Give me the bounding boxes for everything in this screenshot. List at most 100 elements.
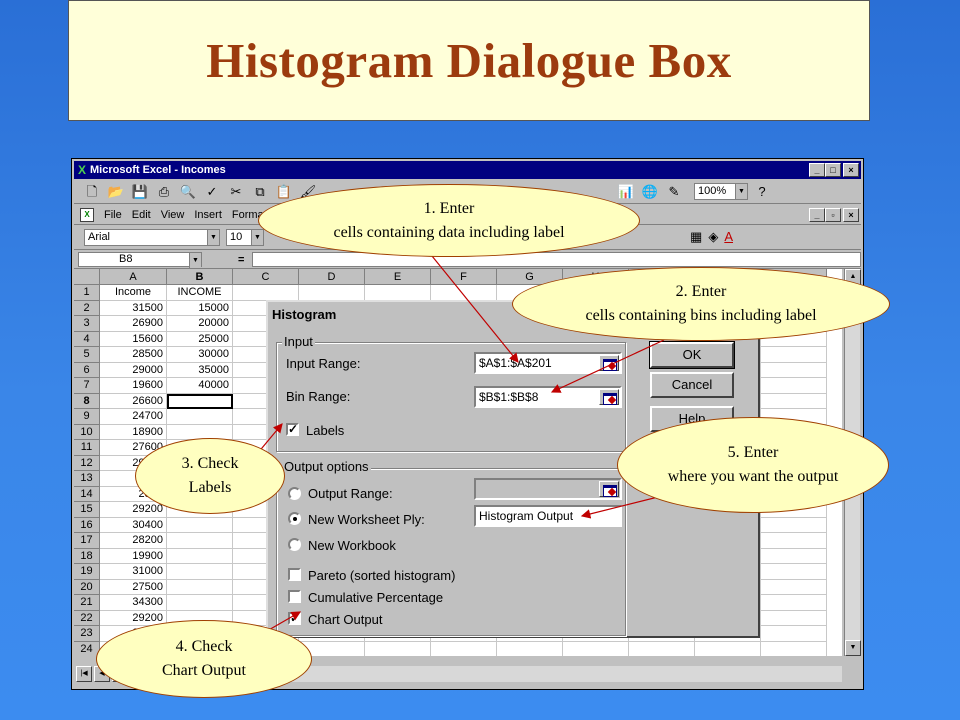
cell-k21[interactable] <box>761 595 827 611</box>
row-header-4[interactable]: 4 <box>74 331 100 347</box>
ok-button[interactable]: OK <box>649 341 735 369</box>
font-color-icon[interactable]: A <box>724 229 733 245</box>
cell-b7[interactable]: 40000 <box>167 378 233 394</box>
borders-icon[interactable]: ▦ <box>690 229 702 245</box>
chevron-down-icon[interactable]: ▼ <box>735 184 747 199</box>
cell-b5[interactable]: 30000 <box>167 347 233 363</box>
doc-restore-button[interactable]: ▫ <box>825 208 841 222</box>
maximize-button[interactable]: □ <box>825 163 841 177</box>
column-header-b[interactable]: B <box>167 269 233 285</box>
column-header-c[interactable]: C <box>233 269 299 285</box>
new-workbook-radio[interactable] <box>288 538 301 551</box>
cell-k18[interactable] <box>761 548 827 564</box>
chevron-down-icon[interactable]: ▼ <box>189 253 201 268</box>
row-header-22[interactable]: 22 <box>74 610 100 626</box>
cumulative-checkbox[interactable] <box>288 590 301 603</box>
row-header-13[interactable]: 13 <box>74 471 100 487</box>
cell-b20[interactable] <box>167 579 233 595</box>
cell-k17[interactable] <box>761 533 827 549</box>
chart-wizard-icon[interactable]: 📊 <box>616 183 636 201</box>
row-header-8[interactable]: 8 <box>74 393 100 409</box>
range-select-icon[interactable] <box>599 389 619 405</box>
cell-a18[interactable]: 19900 <box>100 548 167 564</box>
row-header-11[interactable]: 11 <box>74 440 100 456</box>
input-range-field[interactable]: $A$1:$A$201 <box>474 352 622 374</box>
save-icon[interactable]: 💾 <box>130 183 150 201</box>
cell-b9[interactable] <box>167 409 233 425</box>
print-preview-icon[interactable]: 🔍 <box>178 183 198 201</box>
cell-b16[interactable] <box>167 517 233 533</box>
column-header-d[interactable]: D <box>299 269 365 285</box>
column-header-f[interactable]: F <box>431 269 497 285</box>
cell-k19[interactable] <box>761 564 827 580</box>
column-header-e[interactable]: E <box>365 269 431 285</box>
output-range-field[interactable] <box>474 478 622 500</box>
new-worksheet-radio[interactable] <box>288 512 301 525</box>
cell-a7[interactable]: 19600 <box>100 378 167 394</box>
fill-color-icon[interactable]: ◈ <box>708 229 718 245</box>
cell-a4[interactable]: 15600 <box>100 331 167 347</box>
new-icon[interactable]: 🗋 <box>82 183 102 201</box>
copy-icon[interactable]: ⧉ <box>250 183 270 201</box>
formula-input[interactable] <box>252 252 861 267</box>
row-header-16[interactable]: 16 <box>74 517 100 533</box>
cell-a19[interactable]: 31000 <box>100 564 167 580</box>
cell-b17[interactable] <box>167 533 233 549</box>
row-header-10[interactable]: 10 <box>74 424 100 440</box>
menu-file[interactable]: File <box>104 209 122 221</box>
cell-a17[interactable]: 28200 <box>100 533 167 549</box>
chart-output-checkbox[interactable]: ✓ <box>288 612 301 625</box>
cell-a10[interactable]: 18900 <box>100 424 167 440</box>
cell-a2[interactable]: 31500 <box>100 300 167 316</box>
cell-k24[interactable] <box>761 641 827 656</box>
column-header-a[interactable]: A <box>100 269 167 285</box>
cell-j24[interactable] <box>695 641 761 656</box>
menu-view[interactable]: View <box>161 209 185 221</box>
cell-b18[interactable] <box>167 548 233 564</box>
cell-c1[interactable] <box>233 285 299 301</box>
row-header-6[interactable]: 6 <box>74 362 100 378</box>
cell-b3[interactable]: 20000 <box>167 316 233 332</box>
name-box[interactable]: B8 ▼ <box>78 252 202 268</box>
select-all-corner[interactable] <box>74 269 100 285</box>
close-button[interactable]: × <box>843 163 859 177</box>
print-icon[interactable]: ⎙ <box>154 183 174 201</box>
cell-b21[interactable] <box>167 595 233 611</box>
cell-b6[interactable]: 35000 <box>167 362 233 378</box>
map-icon[interactable]: 🌐 <box>640 183 660 201</box>
cell-k6[interactable] <box>761 362 827 378</box>
row-header-20[interactable]: 20 <box>74 579 100 595</box>
cell-h24[interactable] <box>563 641 629 656</box>
cell-a6[interactable]: 29000 <box>100 362 167 378</box>
pareto-checkbox[interactable] <box>288 568 301 581</box>
cell-g24[interactable] <box>497 641 563 656</box>
row-header-21[interactable]: 21 <box>74 595 100 611</box>
cancel-button[interactable]: Cancel <box>650 372 734 398</box>
cell-a1[interactable]: Income <box>100 285 167 301</box>
cut-icon[interactable]: ✂ <box>226 183 246 201</box>
cell-e24[interactable] <box>365 641 431 656</box>
menu-insert[interactable]: Insert <box>194 209 222 221</box>
chevron-down-icon[interactable]: ▼ <box>251 230 263 245</box>
chevron-down-icon[interactable]: ▼ <box>207 230 219 245</box>
row-header-5[interactable]: 5 <box>74 347 100 363</box>
formula-equals[interactable]: = <box>238 254 244 266</box>
cell-a21[interactable]: 34300 <box>100 595 167 611</box>
range-select-icon[interactable] <box>599 481 619 497</box>
row-header-3[interactable]: 3 <box>74 316 100 332</box>
help-icon[interactable]: ? <box>752 183 772 201</box>
minimize-button[interactable]: _ <box>809 163 825 177</box>
cell-b1[interactable]: INCOME <box>167 285 233 301</box>
cell-i24[interactable] <box>629 641 695 656</box>
doc-close-button[interactable]: × <box>843 208 859 222</box>
spelling-icon[interactable]: ✓ <box>202 183 222 201</box>
cell-a5[interactable]: 28500 <box>100 347 167 363</box>
cell-a15[interactable]: 29200 <box>100 502 167 518</box>
zoom-select[interactable]: 100% ▼ <box>694 183 748 200</box>
cell-k5[interactable] <box>761 347 827 363</box>
cell-a16[interactable]: 30400 <box>100 517 167 533</box>
row-header-17[interactable]: 17 <box>74 533 100 549</box>
cell-k22[interactable] <box>761 610 827 626</box>
cell-k16[interactable] <box>761 517 827 533</box>
row-header-2[interactable]: 2 <box>74 300 100 316</box>
